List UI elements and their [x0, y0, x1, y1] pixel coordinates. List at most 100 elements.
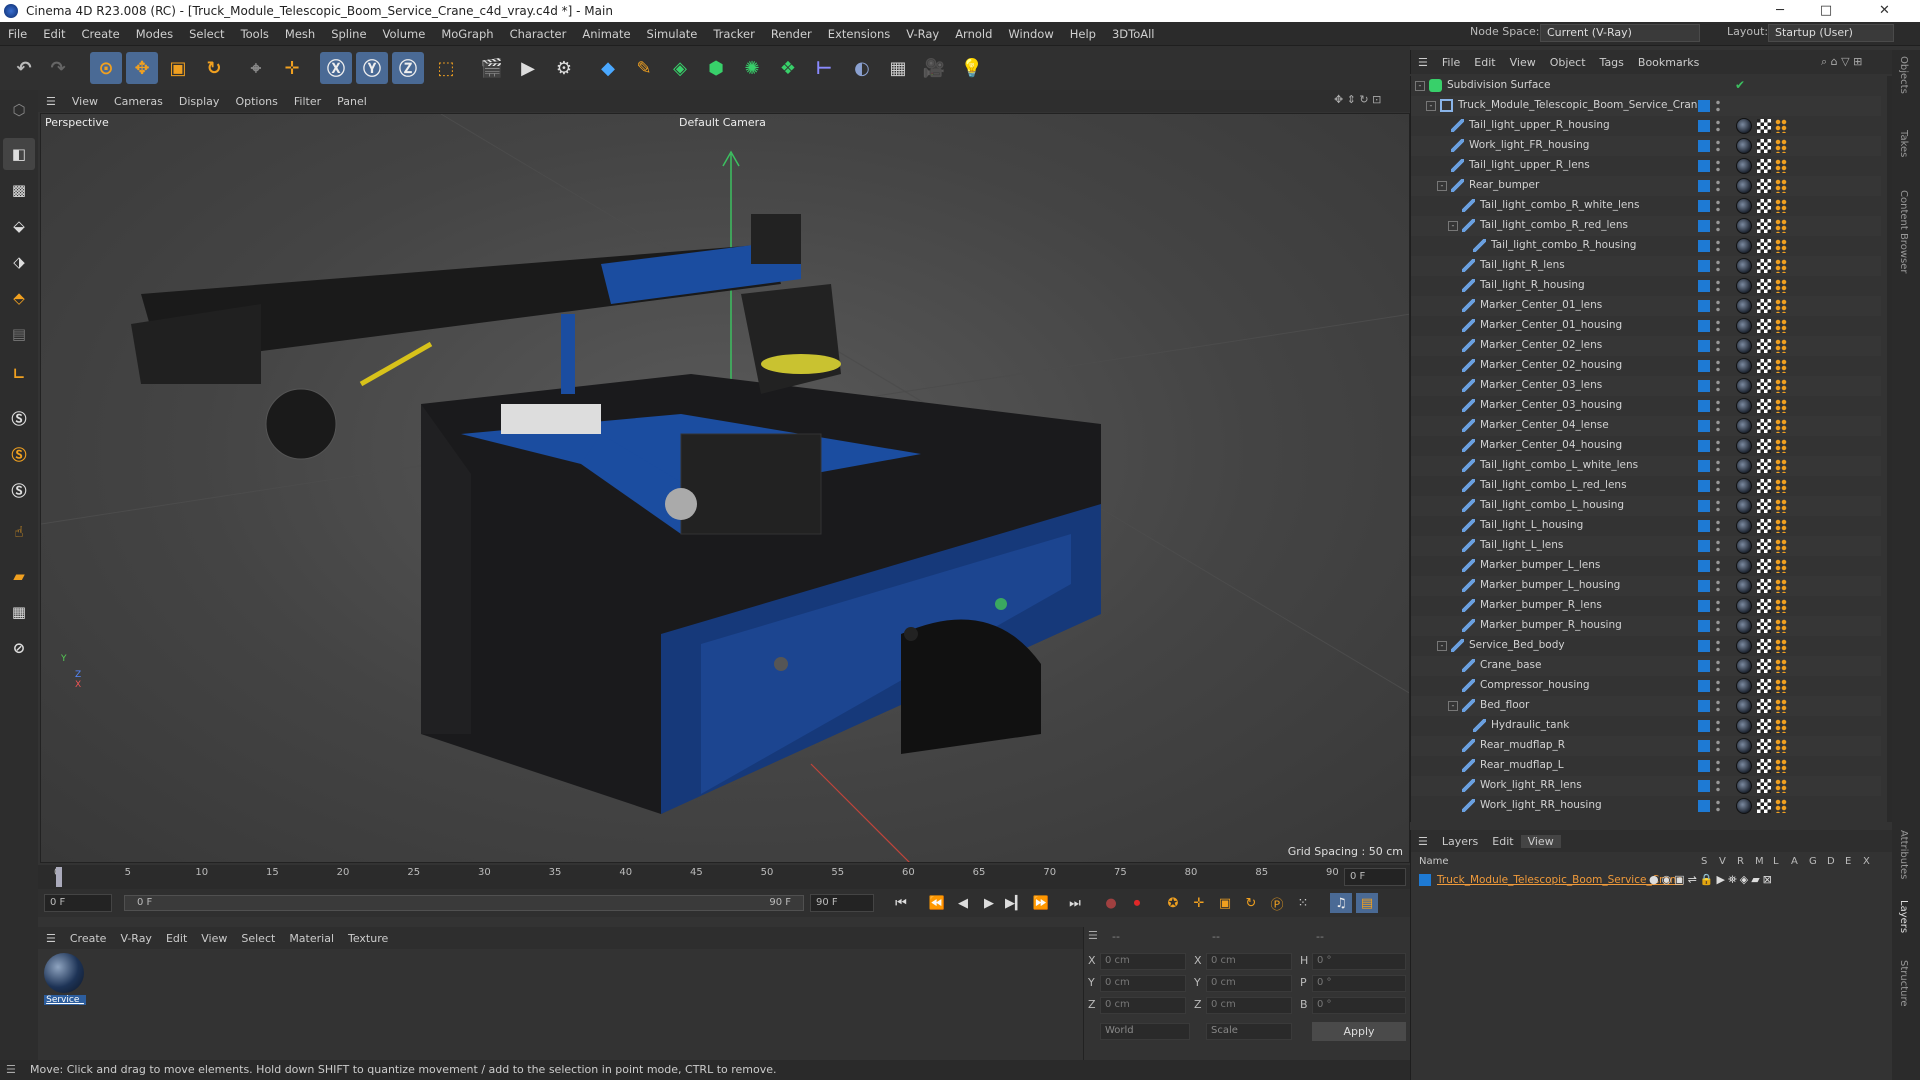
material-menu-view[interactable]: View: [194, 932, 234, 945]
visibility-dots-icon[interactable]: [1716, 199, 1720, 213]
layer-color-swatch[interactable]: [1698, 760, 1710, 772]
expand-toggle-icon[interactable]: -: [1426, 101, 1436, 111]
object-name[interactable]: Work_light_RR_lens: [1480, 779, 1582, 791]
material-tag-icon[interactable]: [1736, 778, 1752, 794]
object-row[interactable]: Marker_Center_01_lens: [1411, 296, 1881, 316]
object-name[interactable]: Tail_light_R_housing: [1480, 279, 1585, 291]
selection-tag-icon[interactable]: [1775, 419, 1787, 433]
selection-tag-icon[interactable]: [1775, 219, 1787, 233]
visibility-dots-icon[interactable]: [1716, 379, 1720, 393]
uvw-tag-icon[interactable]: [1757, 179, 1771, 193]
visibility-dots-icon[interactable]: [1716, 759, 1720, 773]
material-tag-icon[interactable]: [1736, 158, 1752, 174]
snap-icon[interactable]: Ⓢ: [3, 402, 35, 434]
object-row[interactable]: - Rear_bumper: [1411, 176, 1881, 196]
menu-mograph[interactable]: MoGraph: [433, 27, 501, 41]
object-name[interactable]: Marker_bumper_L_housing: [1480, 579, 1620, 591]
play-icon[interactable]: ▶: [978, 893, 1000, 913]
tweak-icon[interactable]: ☝: [3, 516, 35, 548]
uvw-tag-icon[interactable]: [1757, 379, 1771, 393]
uvw-tag-icon[interactable]: [1757, 759, 1771, 773]
layer-color-swatch[interactable]: [1698, 140, 1710, 152]
status-menu-icon[interactable]: ☰: [6, 1060, 16, 1080]
selection-tag-icon[interactable]: [1775, 759, 1787, 773]
object-name[interactable]: Work_light_FR_housing: [1469, 139, 1589, 151]
layer-color-swatch[interactable]: [1698, 260, 1710, 272]
layers-menu-view[interactable]: View: [1520, 834, 1561, 848]
material-tag-icon[interactable]: [1736, 698, 1752, 714]
menu-edit[interactable]: Edit: [35, 27, 73, 41]
visibility-dots-icon[interactable]: [1716, 499, 1720, 513]
expand-toggle-icon[interactable]: -: [1437, 181, 1447, 191]
object-name[interactable]: Tail_light_combo_R_red_lens: [1480, 219, 1628, 231]
redo-icon[interactable]: ↷: [42, 52, 74, 84]
uvw-tag-icon[interactable]: [1757, 199, 1771, 213]
layer-color-swatch[interactable]: [1698, 120, 1710, 132]
material-tag-icon[interactable]: [1736, 138, 1752, 154]
timeline-window-icon[interactable]: ▤: [1356, 893, 1378, 913]
selection-tag-icon[interactable]: [1775, 719, 1787, 733]
selection-tag-icon[interactable]: [1775, 339, 1787, 353]
grid-icon[interactable]: ▦: [3, 596, 35, 628]
object-row[interactable]: Tail_light_R_housing: [1411, 276, 1881, 296]
visibility-dots-icon[interactable]: [1716, 359, 1720, 373]
selection-tag-icon[interactable]: [1775, 639, 1787, 653]
visibility-dots-icon[interactable]: [1716, 659, 1720, 673]
selection-tag-icon[interactable]: [1775, 479, 1787, 493]
layer-row[interactable]: Truck_Module_Telescopic_Boom_Service_Cra…: [1419, 872, 1889, 890]
object-name[interactable]: Truck_Module_Telescopic_Boom_Service_Cra…: [1458, 99, 1704, 111]
layer-color-swatch[interactable]: [1698, 420, 1710, 432]
material-tag-icon[interactable]: [1736, 618, 1752, 634]
material-tag-icon[interactable]: [1736, 218, 1752, 234]
key-scale-icon[interactable]: ▣: [1214, 893, 1236, 913]
uvw-tag-icon[interactable]: [1757, 459, 1771, 473]
scale-tool-icon[interactable]: ▣: [162, 52, 194, 84]
object-row[interactable]: Marker_bumper_R_lens: [1411, 596, 1881, 616]
layers-hamburger-icon[interactable]: ☰: [1411, 835, 1435, 848]
viewport-menu-filter[interactable]: Filter: [286, 95, 329, 108]
layer-color-swatch[interactable]: [1698, 340, 1710, 352]
object-row[interactable]: Tail_light_L_lens: [1411, 536, 1881, 556]
layer-color-swatch[interactable]: [1698, 180, 1710, 192]
object-name[interactable]: Subdivision Surface: [1447, 79, 1551, 91]
menu-render[interactable]: Render: [763, 27, 820, 41]
layer-color-swatch[interactable]: [1698, 360, 1710, 372]
layers-menu-layers[interactable]: Layers: [1435, 835, 1485, 848]
uvw-tag-icon[interactable]: [1757, 559, 1771, 573]
object-name[interactable]: Marker_Center_02_housing: [1480, 359, 1622, 371]
camera-icon[interactable]: 🎥: [918, 52, 950, 84]
object-name[interactable]: Tail_light_L_housing: [1480, 519, 1583, 531]
layers-menu-edit[interactable]: Edit: [1485, 835, 1520, 848]
tag-icon[interactable]: ◐: [846, 52, 878, 84]
object-row[interactable]: Marker_Center_04_housing: [1411, 436, 1881, 456]
enabled-check-icon[interactable]: ✔: [1735, 78, 1745, 92]
pos-z-field[interactable]: 0 cm: [1100, 997, 1186, 1014]
material-tag-icon[interactable]: [1736, 758, 1752, 774]
visibility-dots-icon[interactable]: [1716, 799, 1720, 813]
selection-tag-icon[interactable]: [1775, 299, 1787, 313]
uvw-tag-icon[interactable]: [1757, 519, 1771, 533]
transform-icon[interactable]: ✛: [276, 52, 308, 84]
render-settings-icon[interactable]: ⚙: [548, 52, 580, 84]
material-tag-icon[interactable]: [1736, 678, 1752, 694]
layer-color-swatch[interactable]: [1698, 380, 1710, 392]
selection-tag-icon[interactable]: [1775, 199, 1787, 213]
polygons-mode-icon[interactable]: ⬘: [3, 282, 35, 314]
expand-toggle-icon[interactable]: -: [1437, 641, 1447, 651]
material-tag-icon[interactable]: [1736, 418, 1752, 434]
selection-tag-icon[interactable]: [1775, 159, 1787, 173]
next-frame-icon[interactable]: ▶▎: [1004, 893, 1026, 913]
layer-color-swatch[interactable]: [1698, 640, 1710, 652]
object-name[interactable]: Marker_Center_03_lens: [1480, 379, 1602, 391]
key-position-icon[interactable]: ✛: [1188, 893, 1210, 913]
om-search-icons[interactable]: ⌕ ⌂ ▽ ⊞: [1821, 55, 1862, 69]
uvw-tag-icon[interactable]: [1757, 159, 1771, 173]
object-row[interactable]: Tail_light_L_housing: [1411, 516, 1881, 536]
material-tag-icon[interactable]: [1736, 398, 1752, 414]
timeline-playhead[interactable]: [56, 867, 62, 887]
object-name[interactable]: Marker_Center_03_housing: [1480, 399, 1622, 411]
expand-toggle-icon[interactable]: -: [1448, 701, 1458, 711]
visibility-dots-icon[interactable]: [1716, 239, 1720, 253]
coords-hamburger-icon[interactable]: ☰: [1088, 929, 1098, 942]
object-name[interactable]: Marker_Center_04_housing: [1480, 439, 1622, 451]
